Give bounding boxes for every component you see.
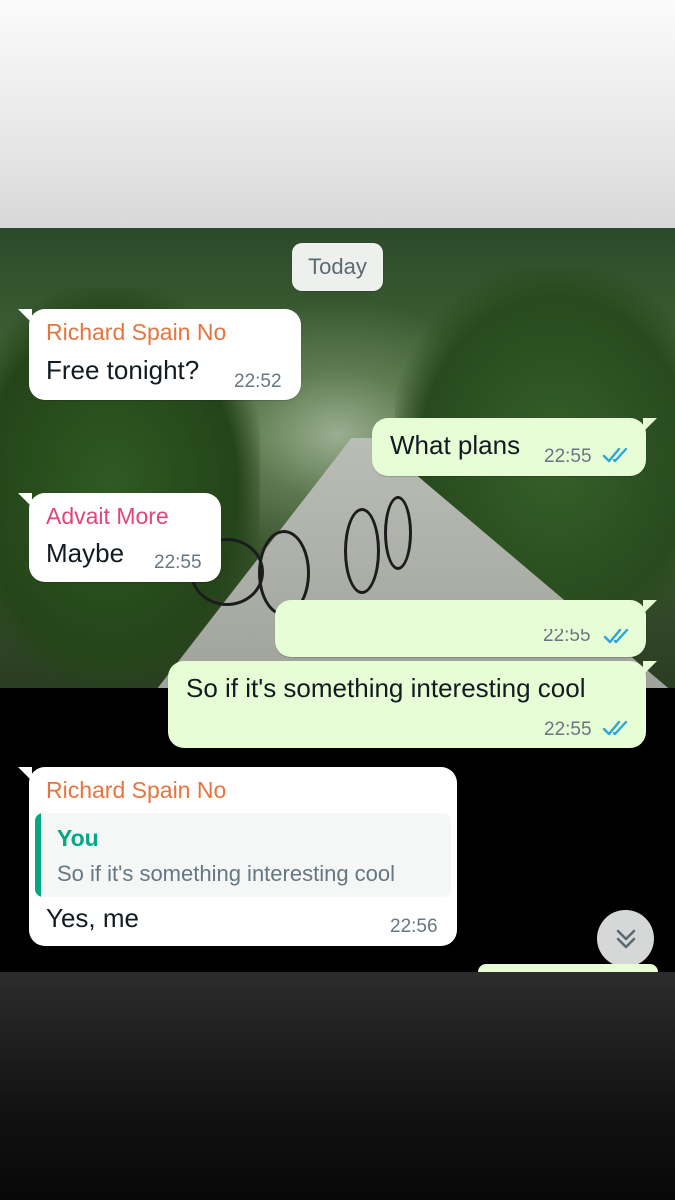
message-text: Maybe <box>46 538 125 568</box>
message-bubble-incoming[interactable]: Advait More Maybe 22:55 <box>18 493 221 582</box>
sender-name: Advait More <box>46 503 169 529</box>
double-check-icon <box>603 628 629 644</box>
scroll-to-bottom-button[interactable] <box>597 910 654 967</box>
message-time: 22:55 <box>544 719 592 740</box>
message-time: 22:55 <box>544 446 592 467</box>
double-check-icon <box>602 447 628 463</box>
quote-accent-bar <box>35 813 41 897</box>
sender-name: Richard Spain No <box>46 319 227 345</box>
message-time: 22:55 <box>543 629 591 641</box>
message-time: 22:56 <box>390 916 438 937</box>
message-text: So if it's something interesting cool <box>186 673 586 703</box>
message-bubble-incoming[interactable]: Richard Spain No You So if it's somethin… <box>18 767 457 946</box>
chat-screen: Today Richard Spain No Free tonight? 22:… <box>0 0 675 1200</box>
quoted-text: So if it's something interesting cool <box>57 861 396 886</box>
top-blur-area <box>0 0 675 228</box>
message-time: 22:55 <box>154 552 202 573</box>
message-time: 22:52 <box>234 371 282 392</box>
message-text: What plans <box>390 430 521 460</box>
quoted-reply[interactable]: You So if it's something interesting coo… <box>35 813 451 897</box>
double-check-icon <box>602 720 628 736</box>
bike-wheel <box>384 496 412 570</box>
sender-name: Richard Spain No <box>46 777 227 803</box>
message-bubble-outgoing[interactable]: 22:55 <box>275 600 657 657</box>
message-text: Free tonight? <box>46 355 200 385</box>
chevron-double-down-icon <box>616 929 635 948</box>
message-bubble-incoming[interactable]: Richard Spain No Free tonight? 22:52 <box>18 309 301 400</box>
date-divider: Today <box>292 243 383 291</box>
quoted-author: You <box>57 825 99 851</box>
message-text: Yes, me <box>46 903 139 933</box>
bike-wheel <box>344 508 380 594</box>
message-bubble-outgoing[interactable]: So if it's something interesting cool 22… <box>168 661 657 748</box>
message-bubble-outgoing[interactable]: What plans 22:55 <box>372 418 657 476</box>
bottom-blur-area <box>0 972 675 1200</box>
message-bubble-outgoing-partial <box>478 964 658 972</box>
